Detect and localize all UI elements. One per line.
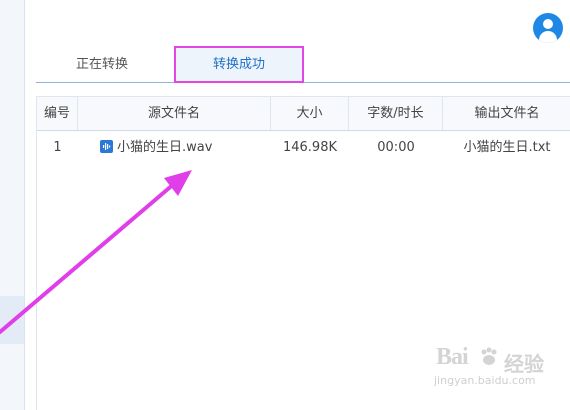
header-source-file[interactable]: 源文件名	[78, 97, 271, 130]
table-row[interactable]: 1 小猫的生日.wav 146.98K 00:00 小猫的生日.txt	[37, 130, 570, 166]
header-output-file[interactable]: 输出文件名	[443, 97, 570, 130]
watermark-brand-cn: 经验	[504, 352, 544, 376]
tab-conversion-success[interactable]: 转换成功	[174, 46, 304, 83]
baidu-watermark: Bai 经验 jingyan.baidu.com	[428, 344, 568, 408]
header-duration[interactable]: 字数/时长	[349, 97, 443, 130]
left-sidebar-selected[interactable]	[0, 296, 24, 344]
header-size[interactable]: 大小	[271, 97, 349, 130]
source-file-name: 小猫的生日.wav	[117, 140, 213, 155]
cell-size: 146.98K	[282, 140, 337, 155]
cell-duration: 00:00	[377, 140, 415, 155]
cell-index: 1	[53, 140, 62, 155]
left-sidebar-strip	[0, 0, 25, 410]
paw-icon	[481, 347, 497, 365]
watermark-url: jingyan.baidu.com	[434, 374, 536, 387]
header-index[interactable]: 编号	[37, 97, 78, 130]
cell-source-file: 小猫的生日.wav	[78, 130, 271, 166]
table-header: 编号 源文件名 大小 字数/时长 输出文件名	[37, 96, 570, 131]
audio-file-icon	[100, 140, 113, 153]
tab-converting[interactable]: 正在转换	[62, 50, 142, 80]
user-avatar-icon[interactable]	[533, 13, 563, 43]
watermark-brand: Bai	[436, 344, 469, 370]
cell-output-file: 小猫的生日.txt	[463, 140, 551, 155]
tab-bar: 正在转换 转换成功	[36, 42, 570, 83]
